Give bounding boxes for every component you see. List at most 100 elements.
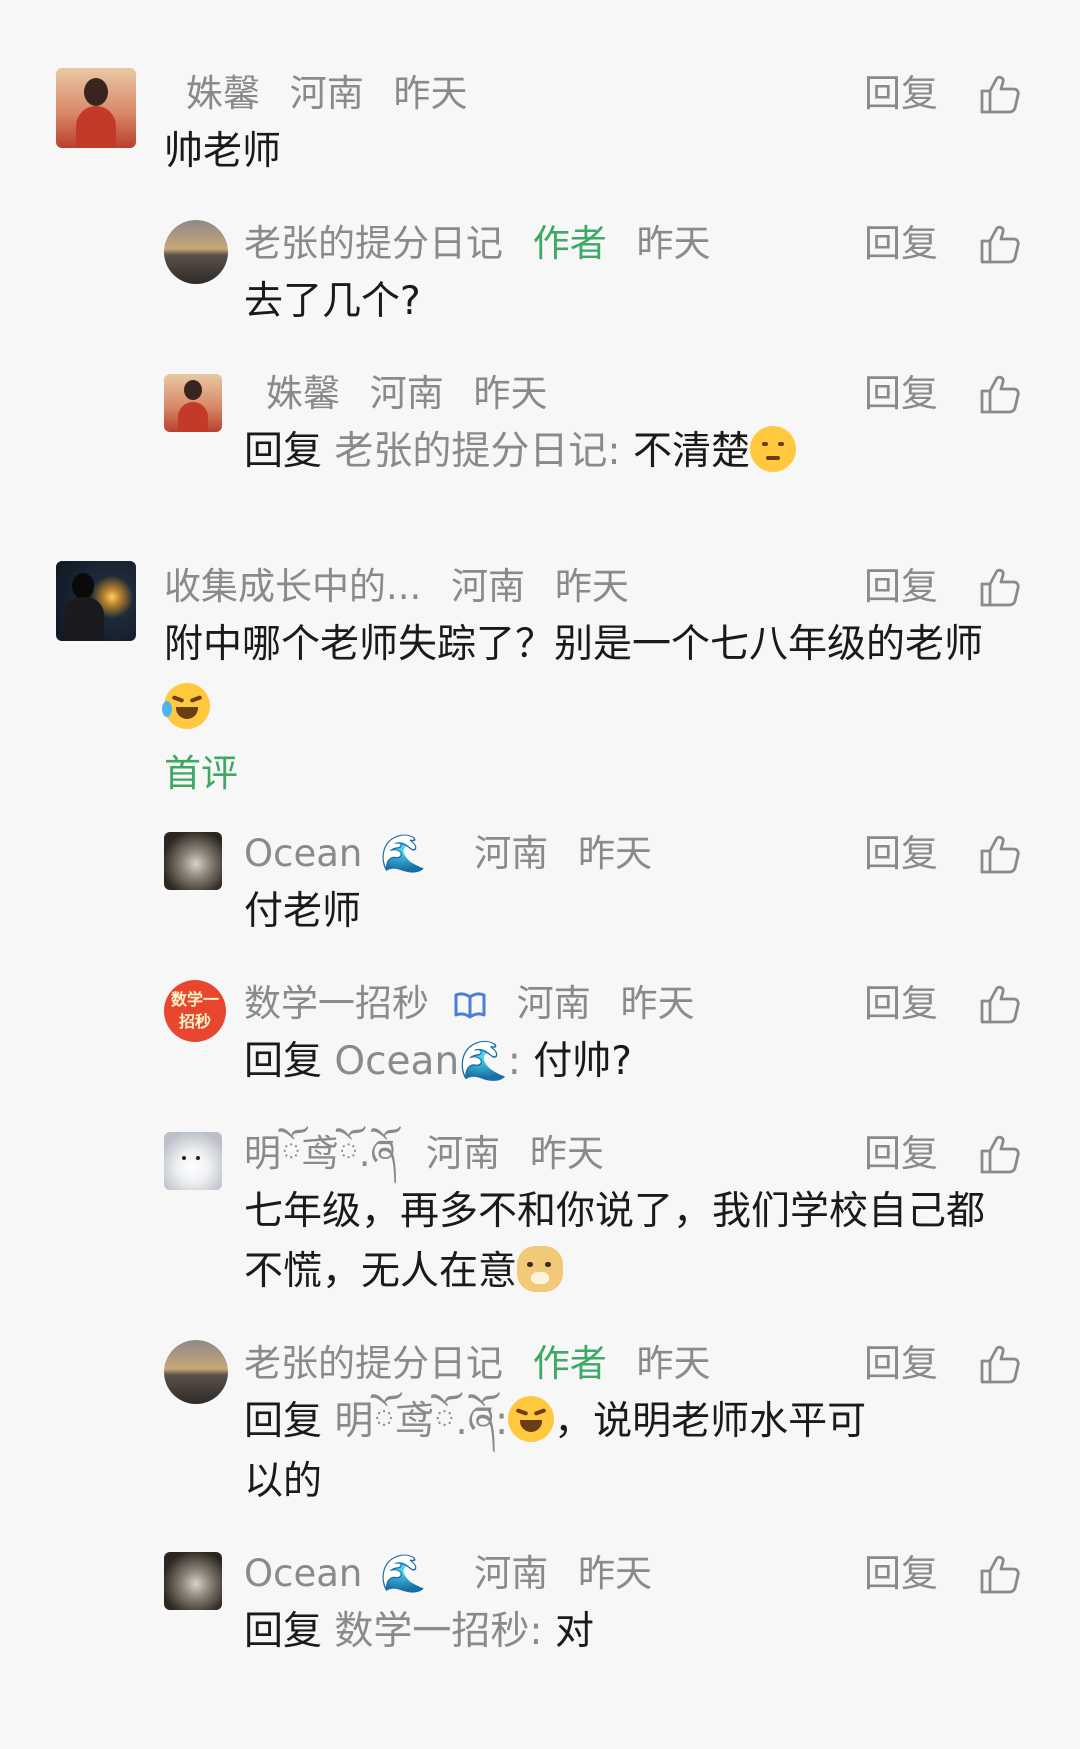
comment-text: 帅老师	[164, 129, 282, 174]
doge-emoji-icon	[517, 1246, 564, 1292]
comment-meta: 明ོ鸢ོ.ཞོ 河南 昨天	[244, 1130, 622, 1178]
reply-prefix: 回复	[244, 1399, 323, 1444]
avatar[interactable]	[164, 1132, 222, 1190]
reply-prefix: 回复	[244, 1609, 323, 1654]
username[interactable]: Ocean 🌊	[244, 832, 444, 875]
comment-item: Ocean 🌊 河南 昨天 回复 回复 数学一招秒: 对	[0, 1540, 1080, 1654]
reply-content: ，说明老师水平可	[554, 1399, 867, 1444]
comment-meta: 姝馨 河南 昨天	[266, 370, 566, 418]
reply-target[interactable]: 明ོ鸢ོ.ཞོ:	[334, 1399, 508, 1444]
reply-target[interactable]: 数学一招秒:	[334, 1609, 542, 1654]
reply-button[interactable]: 回复	[864, 1550, 938, 1598]
reply-target[interactable]: Ocean🌊:	[334, 1039, 520, 1084]
avatar[interactable]	[164, 1552, 222, 1610]
username[interactable]: 数学一招秒	[244, 982, 487, 1025]
comment-item: 姝馨 河南 昨天 回复 回复 老张的提分日记: 不清楚	[0, 360, 1080, 474]
like-icon[interactable]	[978, 1552, 1022, 1596]
avatar[interactable]	[164, 220, 228, 284]
thinking-emoji-icon	[749, 426, 796, 472]
timestamp: 昨天	[577, 1552, 652, 1595]
reply-button[interactable]: 回复	[864, 370, 938, 418]
comment-item: Ocean 🌊 河南 昨天 回复 付老师	[0, 820, 1080, 934]
comment-text: 回复 数学一招秒: 对	[244, 1602, 594, 1662]
comment-item: 收集成长中的... 河南 昨天 回复 附中哪个老师失踪了？别是一个七八年级的老师…	[0, 553, 1080, 803]
like-icon[interactable]	[978, 565, 1022, 609]
comment-meta: 数学一招秒 河南 昨天	[244, 980, 713, 1028]
username[interactable]: 姝馨	[186, 72, 260, 115]
timestamp: 昨天	[636, 1342, 711, 1385]
location: 河南	[289, 72, 364, 115]
reply-content: 对	[554, 1609, 594, 1654]
location: 河南	[474, 832, 549, 875]
location: 河南	[516, 982, 591, 1025]
author-badge: 作者	[532, 1342, 607, 1385]
comment-text: 付老师	[244, 889, 362, 934]
location: 河南	[426, 1132, 501, 1175]
comment-item: 老张的提分日记 作者 昨天 回复 回复 明ོ鸢ོ.ཞོ: ，说明老师水平可 以的	[0, 1330, 1080, 1504]
comment-text: 回复 老张的提分日记: 不清楚	[244, 422, 796, 482]
comment-meta: 老张的提分日记 作者 昨天	[244, 220, 729, 268]
comment-text: 七年级，再多不和你说了，我们学校自己都	[244, 1189, 986, 1234]
username[interactable]: 老张的提分日记	[244, 1342, 503, 1385]
comment-item: 明ོ鸢ོ.ཞོ 河南 昨天 回复 七年级，再多不和你说了，我们学校自己都 不慌，…	[0, 1120, 1080, 1294]
reply-prefix: 回复	[244, 429, 323, 474]
avatar-text: 数学一	[170, 990, 219, 1009]
reply-button[interactable]: 回复	[864, 220, 938, 268]
comment-meta: 收集成长中的... 河南 昨天	[164, 563, 647, 611]
timestamp: 昨天	[529, 1132, 604, 1175]
like-icon[interactable]	[978, 372, 1022, 416]
first-comment-tag: 首评	[164, 752, 238, 795]
timestamp: 昨天	[577, 832, 652, 875]
timestamp: 昨天	[473, 372, 548, 415]
reply-content: 不清楚	[632, 429, 750, 474]
comment-text: 去了几个?	[244, 279, 421, 324]
location: 河南	[369, 372, 444, 415]
username[interactable]: 老张的提分日记	[244, 222, 503, 265]
reply-target[interactable]: 老张的提分日记:	[334, 429, 620, 474]
location: 河南	[451, 565, 526, 608]
comment-text: 不慌，无人在意	[244, 1242, 564, 1302]
avatar[interactable]: 数学一 招秒	[164, 980, 226, 1042]
comment-meta: 姝馨 河南 昨天	[186, 70, 486, 118]
reply-button[interactable]: 回复	[864, 563, 938, 611]
like-icon[interactable]	[978, 1132, 1022, 1176]
avatar[interactable]	[164, 832, 222, 890]
author-badge: 作者	[532, 222, 607, 265]
reply-button[interactable]: 回复	[864, 980, 938, 1028]
timestamp: 昨天	[636, 222, 711, 265]
comment-meta: Ocean 🌊 河南 昨天	[244, 830, 670, 878]
comment-text: 回复 明ོ鸢ོ.ཞོ: ，说明老师水平可	[244, 1392, 866, 1452]
reply-button[interactable]: 回复	[864, 1340, 938, 1388]
avatar[interactable]	[56, 561, 136, 641]
location: 河南	[474, 1552, 549, 1595]
like-icon[interactable]	[978, 72, 1022, 116]
avatar-text: 招秒	[178, 1012, 211, 1031]
reply-button[interactable]: 回复	[864, 1130, 938, 1178]
avatar[interactable]	[164, 374, 222, 432]
reply-button[interactable]: 回复	[864, 70, 938, 118]
username[interactable]: 姝馨	[266, 372, 340, 415]
username[interactable]: 收集成长中的...	[164, 565, 421, 608]
comment-meta: 老张的提分日记 作者 昨天	[244, 1340, 729, 1388]
verified-book-icon	[454, 992, 486, 1019]
timestamp: 昨天	[393, 72, 468, 115]
reply-prefix: 回复	[244, 1039, 323, 1084]
like-icon[interactable]	[978, 222, 1022, 266]
username[interactable]: 明ོ鸢ོ.ཞོ	[244, 1132, 396, 1175]
reply-content: 付帅?	[533, 1039, 632, 1084]
like-icon[interactable]	[978, 1342, 1022, 1386]
comment-item: 数学一 招秒 数学一招秒 河南 昨天 回复 回复 Ocean🌊: 付帅?	[0, 970, 1080, 1084]
avatar[interactable]	[164, 1340, 228, 1404]
like-icon[interactable]	[978, 982, 1022, 1026]
username[interactable]: Ocean 🌊	[244, 1552, 444, 1595]
timestamp: 昨天	[620, 982, 695, 1025]
avatar[interactable]	[56, 68, 136, 148]
comment-item: 姝馨 河南 昨天 回复 帅老师	[0, 60, 1080, 180]
reply-button[interactable]: 回复	[864, 830, 938, 878]
wave-icon: 🌊	[459, 1039, 508, 1084]
crying-laughing-emoji-icon	[162, 683, 210, 729]
wave-icon: 🌊	[380, 832, 427, 875]
crying-laughing-emoji-icon	[508, 1396, 555, 1442]
comment-meta: Ocean 🌊 河南 昨天	[244, 1550, 670, 1598]
like-icon[interactable]	[978, 832, 1022, 876]
